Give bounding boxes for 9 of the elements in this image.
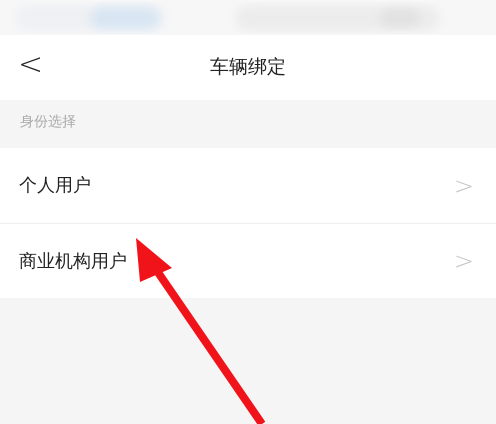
option-label: 商业机构用户 (19, 250, 127, 274)
option-row[interactable]: 个人用户 > (0, 148, 496, 223)
option-label: 个人用户 (19, 174, 91, 198)
section-label: 身份选择 (20, 114, 76, 130)
chevron-icon: > (454, 168, 474, 204)
chevron-icon: > (454, 243, 474, 279)
option-row[interactable]: 商业机构用户 > (0, 223, 496, 298)
back-button[interactable]: < (14, 47, 48, 83)
page-title: 车辆绑定 (210, 55, 286, 80)
